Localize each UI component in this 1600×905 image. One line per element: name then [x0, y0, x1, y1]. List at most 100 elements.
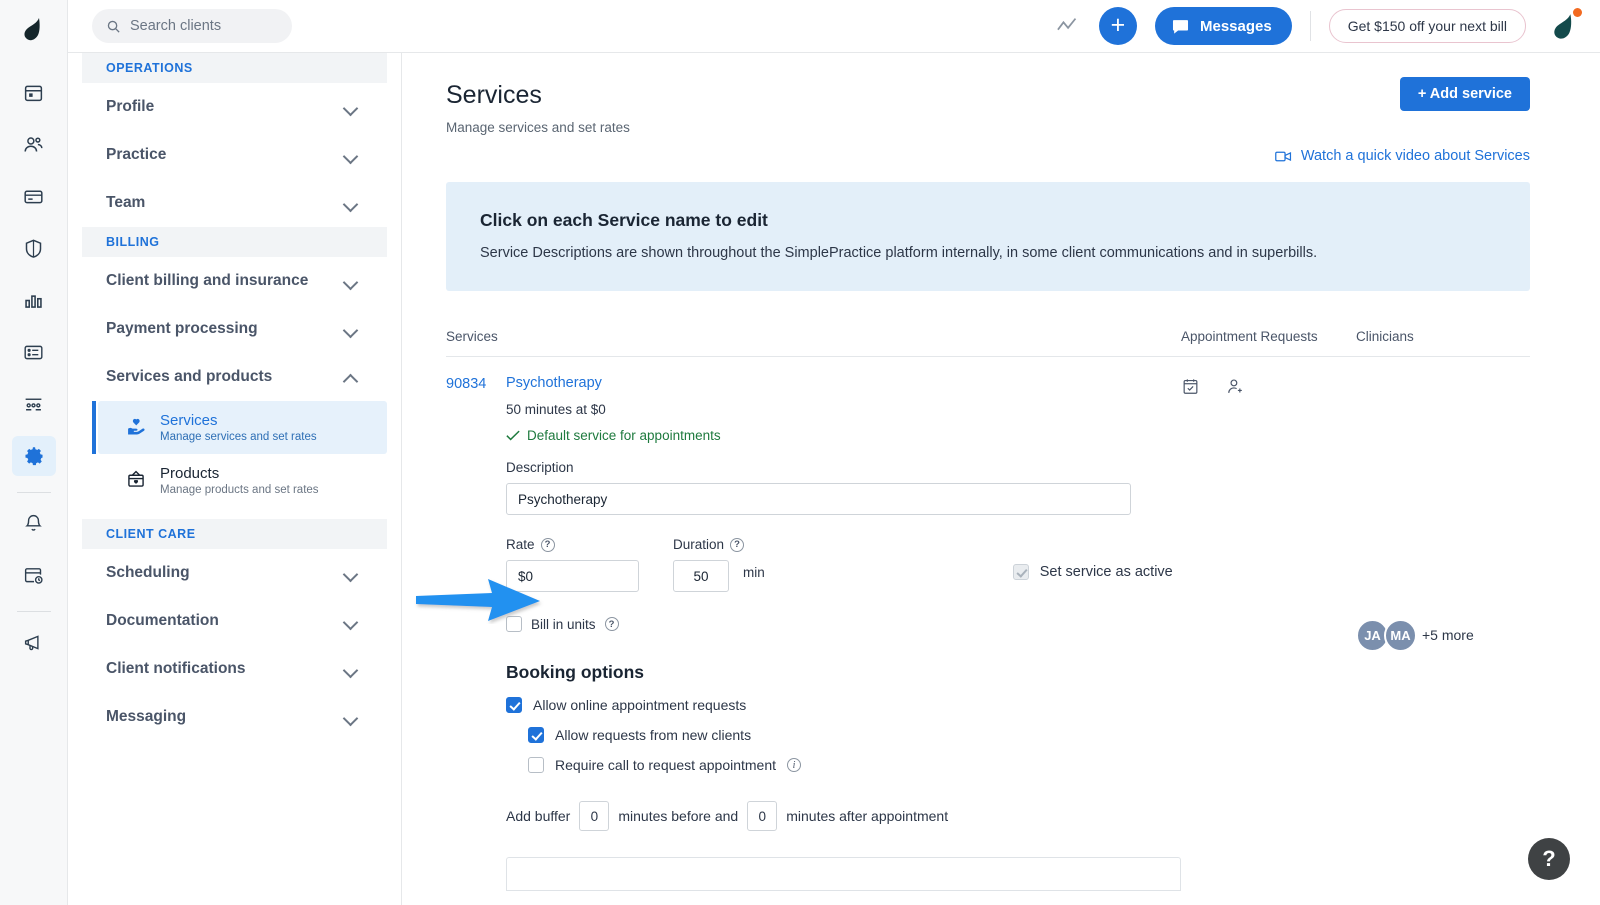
set-service-active-row: Set service as active [1012, 537, 1173, 580]
nav-item-services-and-products[interactable]: Services and products [82, 353, 387, 401]
add-service-button[interactable]: + Add service [1399, 77, 1530, 111]
account-avatar[interactable] [1544, 6, 1584, 46]
table-header: Services Appointment Requests Clinicians [446, 329, 1530, 357]
calendar-icon[interactable] [12, 72, 56, 112]
chevron-down-icon [345, 713, 359, 722]
main-content: Services Manage services and set rates +… [402, 53, 1600, 905]
rail-divider-2 [16, 611, 51, 612]
nav-item-client-billing-label: Client billing and insurance [106, 272, 309, 289]
booking-option-allow-online-requests: Allow online appointment requests [506, 697, 1181, 713]
search-placeholder: Search clients [130, 18, 222, 34]
default-service-badge: Default service for appointments [506, 428, 1181, 443]
nav-item-messaging[interactable]: Messaging [82, 693, 387, 741]
bill-in-units-help-icon[interactable]: ? [604, 617, 619, 631]
chevron-down-icon [345, 325, 359, 334]
simplepractice-logo[interactable] [19, 8, 49, 52]
plus-icon: + [1110, 10, 1126, 39]
top-bar-actions: + Messages Get $150 off your next bill [1057, 6, 1584, 46]
booking-options-heading: Booking options [506, 662, 645, 682]
nav-item-profile[interactable]: Profile [82, 83, 387, 131]
settings-gear-icon[interactable] [11, 436, 56, 476]
sidebar-item-products-title: Products [160, 465, 220, 482]
column-header-clinicians: Clinicians [1356, 329, 1414, 344]
group-icon[interactable] [12, 384, 56, 424]
buffer-after-input[interactable]: 0 [747, 801, 778, 831]
nav-item-client-billing[interactable]: Client billing and insurance [82, 257, 387, 305]
allow-online-requests-label: Allow online appointment requests [533, 697, 747, 713]
page-header: Services Manage services and set rates +… [402, 53, 1600, 164]
search-input[interactable]: Search clients [92, 9, 292, 43]
create-button[interactable]: + [1098, 7, 1137, 45]
sidebar-item-products[interactable]: Products Manage products and set rates [98, 454, 387, 507]
page-title: Services [446, 81, 542, 109]
notifications-bell-icon[interactable] [12, 503, 56, 543]
rate-group: Rate ? $0 [506, 537, 639, 592]
check-icon [506, 430, 520, 441]
buffer-middle-label: minutes before and [618, 808, 739, 824]
chevron-down-icon [345, 199, 359, 208]
buffer-row: Add buffer 0 minutes before and 0 minute… [506, 801, 1181, 831]
bill-in-units-checkbox[interactable] [506, 616, 522, 632]
booking-option-require-call: Require call to request appointment i [528, 757, 1181, 773]
nav-item-payment-processing[interactable]: Payment processing [82, 305, 387, 353]
sidebar-item-services[interactable]: Services Manage services and set rates [92, 401, 387, 454]
nav-item-scheduling[interactable]: Scheduling [82, 549, 387, 597]
chevron-down-icon [345, 665, 359, 674]
watch-video-link[interactable]: Watch a quick video about Services [1274, 148, 1530, 164]
megaphone-icon[interactable] [12, 622, 56, 662]
messages-button[interactable]: Messages [1154, 7, 1292, 45]
buffer-before-input[interactable]: 0 [579, 801, 610, 831]
duration-input[interactable]: 50 [673, 560, 729, 592]
rate-input[interactable]: $0 [506, 560, 639, 592]
nav-item-practice[interactable]: Practice [82, 131, 387, 179]
box-heart-icon [124, 465, 148, 489]
clients-icon[interactable] [12, 124, 56, 164]
rate-label: Rate [506, 537, 535, 552]
chevron-down-icon [345, 151, 359, 160]
service-code[interactable]: 90834 [446, 375, 506, 891]
duration-field-row: 50 min [673, 552, 765, 592]
nav-item-team[interactable]: Team [82, 179, 387, 227]
help-button[interactable]: ? [1528, 838, 1570, 880]
billing-card-icon[interactable] [12, 176, 56, 216]
allow-new-clients-checkbox[interactable] [528, 727, 544, 743]
info-banner-body: Service Descriptions are shown throughou… [480, 245, 1318, 261]
next-field-input-partial[interactable] [506, 857, 1181, 891]
nav-item-payment-processing-label: Payment processing [106, 320, 258, 337]
promo-button[interactable]: Get $150 off your next bill [1328, 9, 1526, 43]
description-input[interactable]: Psychotherapy [506, 483, 1131, 515]
nav-item-scheduling-label: Scheduling [106, 564, 190, 581]
rate-help-icon[interactable]: ? [540, 537, 555, 552]
hand-heart-icon [124, 412, 148, 436]
rail-divider-1 [16, 492, 51, 493]
default-service-label: Default service for appointments [527, 428, 721, 443]
video-camera-icon [1274, 151, 1291, 161]
duration-unit-label: min [743, 564, 765, 580]
nav-item-team-label: Team [106, 194, 146, 211]
clinicians-more-label[interactable]: +5 more [1422, 627, 1474, 643]
require-call-info-icon[interactable]: i [787, 758, 802, 772]
avatar[interactable]: MA [1384, 618, 1417, 652]
insurance-shield-icon[interactable] [12, 228, 56, 268]
calendar-clock-icon[interactable] [12, 555, 56, 595]
bill-in-units-row: Bill in units ? [506, 616, 1181, 632]
trend-line-icon[interactable] [1057, 17, 1081, 35]
notes-list-icon[interactable] [12, 332, 56, 372]
require-call-checkbox[interactable] [528, 757, 544, 773]
nav-item-client-notifications[interactable]: Client notifications [82, 645, 387, 693]
duration-help-icon[interactable]: ? [730, 537, 745, 552]
nav-item-documentation[interactable]: Documentation [82, 597, 387, 645]
allow-online-requests-checkbox[interactable] [506, 697, 522, 713]
booking-option-allow-new-clients: Allow requests from new clients [528, 727, 1181, 743]
nav-section-operations: OPERATIONS [82, 53, 387, 83]
sidebar-item-services-subtitle: Manage services and set rates [160, 431, 317, 443]
service-name-link[interactable]: Psychotherapy [506, 375, 1181, 391]
chevron-down-icon [345, 103, 359, 112]
table-row: 90834 Psychotherapy 50 minutes at $0 Def… [446, 357, 1530, 891]
sidebar-item-products-subtitle: Manage products and set rates [160, 484, 319, 496]
allow-new-clients-label: Allow requests from new clients [555, 727, 752, 743]
chevron-down-icon [345, 277, 359, 286]
person-add-icon[interactable] [1226, 377, 1245, 891]
analytics-bars-icon[interactable] [12, 280, 56, 320]
calendar-check-icon[interactable] [1181, 377, 1200, 891]
